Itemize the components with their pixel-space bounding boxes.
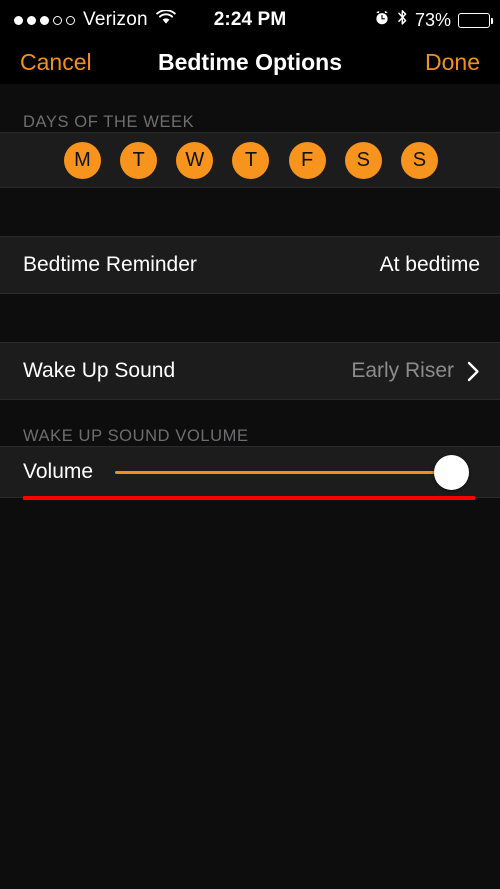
signal-dot-empty: [53, 15, 62, 25]
bedtime-reminder-row[interactable]: Bedtime Reminder At bedtime: [0, 236, 500, 294]
day-toggle-monday[interactable]: M: [64, 141, 101, 179]
day-toggle-wednesday[interactable]: W: [176, 141, 214, 179]
days-section-header: DAYS OF THE WEEK: [0, 84, 500, 132]
section-gap: [0, 294, 500, 342]
day-toggle-saturday[interactable]: S: [344, 141, 382, 179]
signal-dot-filled: [14, 15, 23, 25]
battery-percent-label: 73%: [414, 9, 451, 30]
cellular-signal-icon: [14, 15, 75, 25]
signal-dot-filled: [40, 15, 49, 25]
status-bar: Verizon 2:24 PM 73%: [0, 0, 500, 40]
volume-slider[interactable]: [115, 452, 500, 492]
signal-dot-filled: [27, 15, 36, 25]
bedtime-reminder-value: At bedtime: [379, 253, 480, 276]
days-section-header-label: DAYS OF THE WEEK: [23, 113, 195, 131]
carrier-label: Verizon: [83, 9, 148, 30]
volume-slider-track: [115, 470, 452, 474]
alarm-clock-icon: [374, 10, 390, 31]
cancel-button[interactable]: Cancel: [20, 49, 92, 76]
navigation-bar: Cancel Bedtime Options Done: [0, 40, 500, 84]
wifi-icon: [156, 9, 176, 30]
day-toggle-sunday[interactable]: S: [400, 141, 438, 179]
volume-row: Volume: [0, 446, 500, 500]
day-toggle-tuesday[interactable]: T: [120, 141, 158, 179]
days-of-week-row: M T W T F S S: [0, 132, 500, 188]
bedtime-options-screen: Verizon 2:24 PM 73% Cancel Bedtime Optio…: [0, 0, 500, 889]
wake-up-sound-row[interactable]: Wake Up Sound Early Riser: [0, 342, 500, 400]
battery-icon: [458, 12, 493, 28]
chevron-right-icon: [467, 361, 480, 382]
status-bar-left: Verizon: [14, 9, 176, 31]
volume-label: Volume: [23, 460, 94, 483]
wake-up-sound-value: Early Riser: [351, 359, 454, 382]
status-bar-right: 73%: [374, 9, 493, 31]
bluetooth-icon: [397, 9, 408, 31]
wake-up-sound-label: Wake Up Sound: [23, 359, 176, 382]
day-toggle-friday[interactable]: F: [288, 141, 326, 179]
section-gap: [0, 188, 500, 236]
volume-highlight-annotation: [23, 496, 475, 500]
volume-section-header-label: WAKE UP SOUND VOLUME: [23, 427, 249, 445]
signal-dot-empty: [66, 15, 75, 25]
done-button[interactable]: Done: [425, 49, 480, 76]
settings-list: DAYS OF THE WEEK M T W T F S S Bedtime R…: [0, 84, 500, 889]
bedtime-reminder-label: Bedtime Reminder: [23, 253, 197, 276]
day-toggle-thursday[interactable]: T: [232, 141, 270, 179]
volume-section-header: WAKE UP SOUND VOLUME: [0, 400, 500, 446]
volume-slider-thumb[interactable]: [434, 454, 470, 490]
